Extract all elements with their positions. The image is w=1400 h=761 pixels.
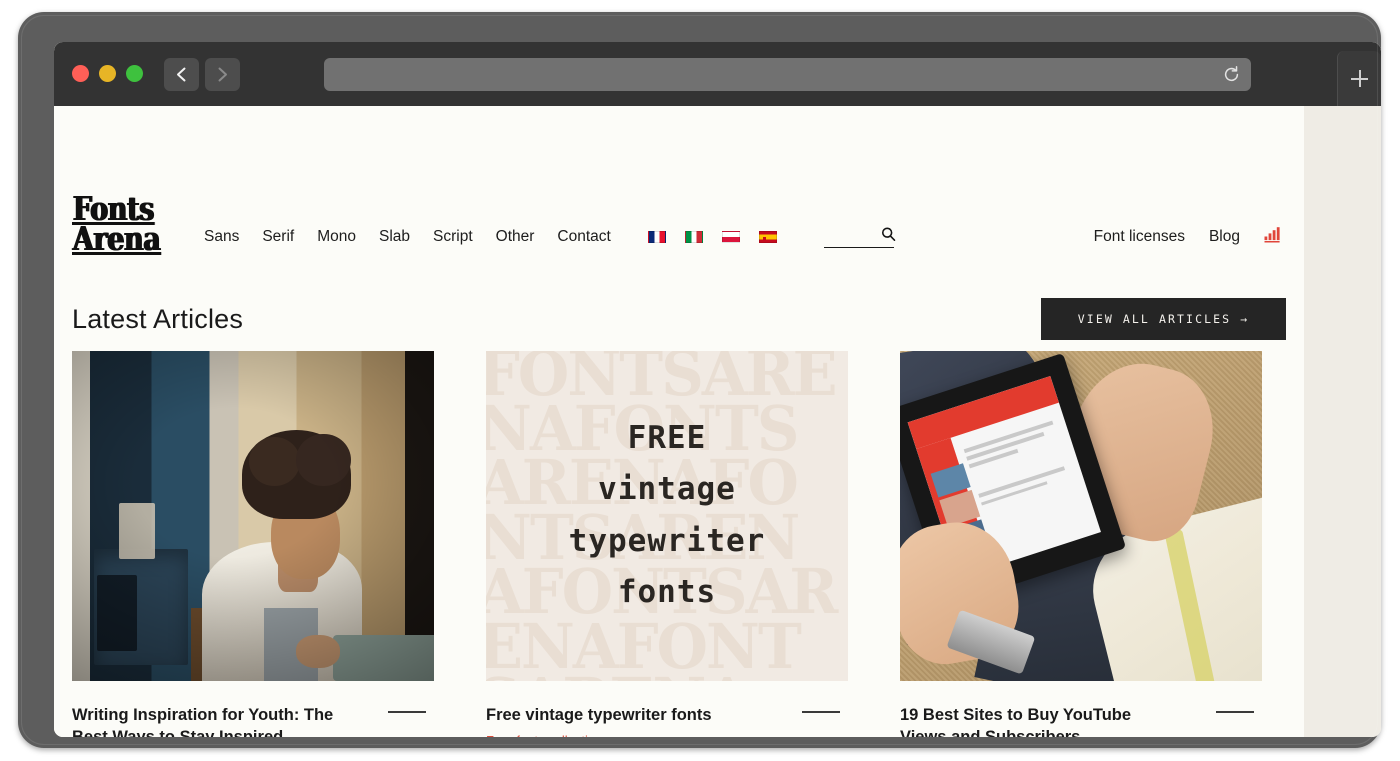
article-card-body: Free vintage typewriter fonts Free fonts… (486, 681, 848, 737)
photo-woman-typewriter (72, 351, 434, 681)
photo-tablet-youtube (900, 351, 1262, 681)
reload-icon (1224, 65, 1239, 82)
italian-flag-icon[interactable] (684, 231, 703, 243)
nav-item-script[interactable]: Script (433, 228, 473, 246)
page-content: Fonts Arena Sans Serif Mono Slab Script … (54, 106, 1304, 737)
nav-item-slab[interactable]: Slab (379, 228, 410, 246)
browser-nav-buttons (164, 58, 240, 91)
site-logo[interactable]: Fonts Arena (72, 192, 162, 255)
poster-free-vintage-typewriter-fonts: FONTSARENAFONTSARENAFONTSARENAFONTSARENA… (486, 351, 848, 681)
close-window-button[interactable] (72, 65, 89, 82)
nav-item-contact[interactable]: Contact (557, 228, 610, 246)
address-bar[interactable] (324, 58, 1251, 91)
new-tab-button[interactable] (1337, 51, 1381, 106)
polish-flag-icon[interactable] (721, 231, 740, 243)
article-thumbnail-woman-typewriter[interactable] (72, 351, 434, 681)
search-input[interactable] (823, 226, 896, 248)
article-title[interactable]: Writing Inspiration for Youth: The Best … (72, 705, 354, 737)
chevron-left-icon (177, 67, 186, 82)
chevron-right-icon (218, 67, 227, 82)
article-divider-dash (388, 711, 426, 713)
site-header: Fonts Arena Sans Serif Mono Slab Script … (54, 106, 1304, 261)
plus-icon (1351, 70, 1368, 87)
browser-titlebar (54, 42, 1381, 106)
article-title[interactable]: 19 Best Sites to Buy YouTube Views and S… (900, 705, 1182, 737)
bar-chart-icon[interactable] (1264, 226, 1282, 248)
nav-item-sans[interactable]: Sans (204, 228, 239, 246)
article-divider-dash (1216, 711, 1254, 713)
article-card-body: Writing Inspiration for Youth: The Best … (72, 681, 434, 737)
secondary-navigation: Font licenses Blog (1094, 226, 1282, 248)
nav-item-serif[interactable]: Serif (262, 228, 294, 246)
language-flags (647, 231, 777, 243)
browser-frame: Fonts Arena Sans Serif Mono Slab Script … (18, 12, 1381, 748)
article-thumbnail-typewriter-poster[interactable]: FONTSARENAFONTSARENAFONTSARENAFONTSARENA… (486, 351, 848, 681)
back-button[interactable] (164, 58, 199, 91)
article-card[interactable]: Writing Inspiration for Youth: The Best … (72, 351, 434, 737)
article-title[interactable]: Free vintage typewriter fonts (486, 705, 768, 727)
spanish-flag-icon[interactable] (758, 231, 777, 243)
maximize-window-button[interactable] (126, 65, 143, 82)
article-card[interactable]: 19 Best Sites to Buy YouTube Views and S… (900, 351, 1262, 737)
article-category[interactable]: Free fonts collections (486, 733, 848, 737)
poster-headline: FREE vintage typewriter fonts (568, 420, 766, 611)
traffic-lights (72, 65, 143, 82)
browser-window: Fonts Arena Sans Serif Mono Slab Script … (54, 42, 1381, 737)
page-title: Latest Articles (72, 304, 244, 334)
minimize-window-button[interactable] (99, 65, 116, 82)
nav-item-font-licenses[interactable]: Font licenses (1094, 228, 1185, 246)
article-card-body: 19 Best Sites to Buy YouTube Views and S… (900, 681, 1262, 737)
article-thumbnail-tablet-youtube[interactable] (900, 351, 1262, 681)
view-all-articles-button[interactable]: VIEW ALL ARTICLES → (1041, 298, 1286, 340)
article-card[interactable]: FONTSARENAFONTSARENAFONTSARENAFONTSARENA… (486, 351, 848, 737)
french-flag-icon[interactable] (647, 231, 666, 243)
article-card-grid: Writing Inspiration for Youth: The Best … (72, 351, 1286, 737)
main-navigation: Sans Serif Mono Slab Script Other Contac… (204, 226, 896, 248)
article-divider-dash (802, 711, 840, 713)
forward-button[interactable] (205, 58, 240, 91)
page-viewport: Fonts Arena Sans Serif Mono Slab Script … (54, 106, 1381, 737)
nav-item-mono[interactable]: Mono (317, 228, 356, 246)
reload-button[interactable] (1222, 65, 1241, 89)
search-icon (881, 227, 896, 241)
nav-item-blog[interactable]: Blog (1209, 228, 1240, 246)
nav-item-other[interactable]: Other (496, 228, 535, 246)
